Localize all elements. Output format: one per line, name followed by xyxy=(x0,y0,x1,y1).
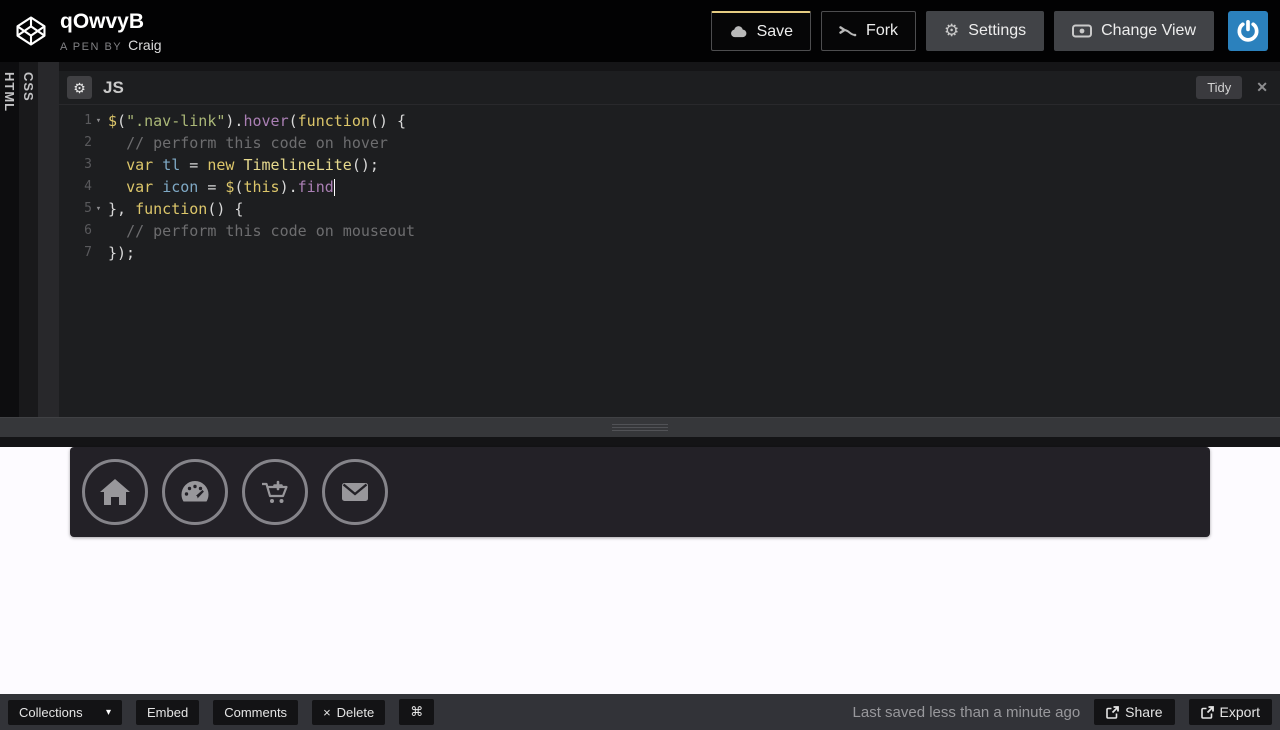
codepen-logo-icon[interactable] xyxy=(14,14,48,48)
change-view-button-label: Change View xyxy=(1101,22,1196,39)
byline-prefix: A PEN BY xyxy=(60,40,123,53)
fork-icon xyxy=(839,26,857,37)
gear-icon: ⚙ xyxy=(944,21,960,40)
preview-nav-link-home[interactable] xyxy=(82,459,148,525)
editor-region: HTML CSS ⚙ JS Tidy ✕ 1 ▾ $(".nav-link").ho… xyxy=(0,62,1280,417)
keyboard-shortcuts-button[interactable]: ⌘ xyxy=(399,699,435,725)
code-editor[interactable]: 1 ▾ $(".nav-link").hover(function() {2 // … xyxy=(59,105,1280,417)
preview-nav-link-cart[interactable] xyxy=(242,459,308,525)
collections-label: Collections xyxy=(19,704,83,720)
pen-title-block: qOwvyB A PEN BY Craig xyxy=(60,10,162,53)
export-button[interactable]: Export xyxy=(1188,699,1272,725)
grip-icon xyxy=(612,424,668,431)
horizontal-resize-handle[interactable] xyxy=(0,417,1280,437)
save-button[interactable]: Save xyxy=(710,11,812,51)
export-button-label: Export xyxy=(1219,704,1260,720)
tidy-button[interactable]: Tidy xyxy=(1196,76,1243,99)
home-icon xyxy=(100,479,130,505)
embed-button[interactable]: Embed xyxy=(136,699,200,725)
user-avatar-button[interactable] xyxy=(1228,11,1268,51)
js-panel-header: ⚙ JS Tidy ✕ xyxy=(59,71,1280,105)
gear-icon: ⚙ xyxy=(73,79,86,96)
js-editor-panel: ⚙ JS Tidy ✕ 1 ▾ $(".nav-link").hover(funct… xyxy=(59,71,1280,417)
code-line[interactable]: 2 // perform this code on hover xyxy=(59,132,1280,154)
comments-button-label: Comments xyxy=(224,704,288,720)
dashboard-icon xyxy=(181,481,209,502)
fork-button[interactable]: Fork xyxy=(821,11,917,51)
command-icon: ⌘ xyxy=(410,704,424,719)
external-link-icon xyxy=(1200,705,1214,719)
fork-button-label: Fork xyxy=(866,22,899,39)
envelope-icon xyxy=(342,483,368,501)
code-line[interactable]: 5 ▾}, function() { xyxy=(59,198,1280,220)
change-view-button[interactable]: Change View xyxy=(1054,11,1214,51)
preview-nav-link-dashboard[interactable] xyxy=(162,459,228,525)
share-button[interactable]: Share xyxy=(1094,699,1175,725)
pen-title: qOwvyB xyxy=(60,9,145,33)
byline: A PEN BY Craig xyxy=(60,37,162,53)
code-line[interactable]: 3 var tl = new TimelineLite(); xyxy=(59,154,1280,176)
save-button-label: Save xyxy=(756,22,794,40)
embed-button-label: Embed xyxy=(147,704,189,720)
footer-bar: Collections ▾ Embed Comments × Delete ⌘ … xyxy=(0,694,1280,730)
settings-button[interactable]: ⚙ Settings xyxy=(926,11,1045,51)
byline-author[interactable]: Craig xyxy=(128,37,161,53)
js-settings-button[interactable]: ⚙ xyxy=(67,76,92,99)
power-icon xyxy=(1237,19,1259,42)
css-panel-label: CSS xyxy=(21,72,36,102)
chevron-down-icon: ▾ xyxy=(105,706,111,718)
cloud-icon xyxy=(730,26,746,38)
delete-button-label: Delete xyxy=(336,704,375,720)
result-preview xyxy=(0,447,1280,694)
tab-css-panel[interactable]: CSS xyxy=(19,62,38,417)
header: qOwvyB A PEN BY Craig Save Fork ⚙ Settin… xyxy=(0,0,1280,62)
preview-navbar xyxy=(70,447,1210,537)
header-actions: Save Fork ⚙ Settings Change View xyxy=(710,11,1268,51)
delete-x-icon: × xyxy=(323,704,331,720)
external-link-icon xyxy=(1106,705,1120,719)
delete-button[interactable]: × Delete xyxy=(312,699,386,725)
code-line[interactable]: 1 ▾ $(".nav-link").hover(function() { xyxy=(59,110,1280,132)
code-lines: 1 ▾ $(".nav-link").hover(function() {2 // … xyxy=(59,110,1280,264)
preview-nav-link-mail[interactable] xyxy=(322,459,388,525)
cart-plus-icon xyxy=(262,480,288,503)
panel-resize-gutter[interactable] xyxy=(38,62,59,417)
last-saved-status: Last saved less than a minute ago xyxy=(852,703,1081,721)
close-panel-icon[interactable]: ✕ xyxy=(1256,79,1268,96)
code-line[interactable]: 6 // perform this code on mouseout xyxy=(59,220,1280,242)
html-panel-label: HTML xyxy=(2,72,17,113)
fold-arrow-icon[interactable]: ▾ xyxy=(92,198,105,220)
fold-arrow-icon[interactable]: ▾ xyxy=(92,110,105,132)
code-line[interactable]: 7}); xyxy=(59,242,1280,264)
eye-panel-icon xyxy=(1072,24,1093,38)
js-panel-label: JS xyxy=(103,77,124,97)
tab-html-panel[interactable]: HTML xyxy=(0,62,19,417)
comments-button[interactable]: Comments xyxy=(213,699,299,725)
text-cursor xyxy=(333,179,335,196)
share-button-label: Share xyxy=(1125,704,1163,720)
settings-button-label: Settings xyxy=(968,22,1027,39)
collections-dropdown[interactable]: Collections ▾ xyxy=(8,699,122,725)
code-line[interactable]: 4 var icon = $(this).find xyxy=(59,176,1280,198)
